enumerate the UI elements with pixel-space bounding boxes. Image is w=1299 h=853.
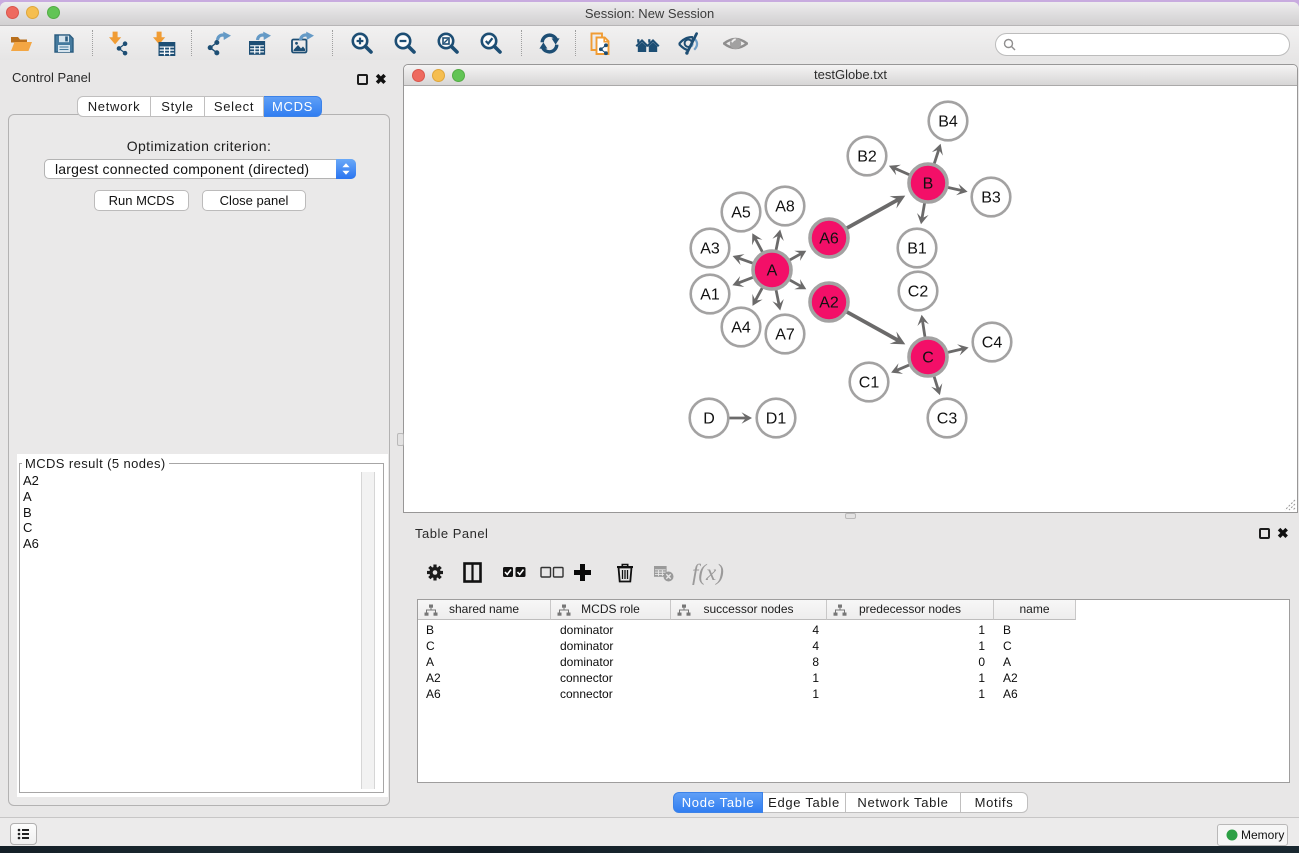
svg-text:D: D [703,411,715,428]
svg-text:B3: B3 [981,190,1001,207]
svg-text:B: B [923,176,934,193]
svg-text:A8: A8 [775,199,795,216]
svg-text:A3: A3 [700,241,720,258]
svg-text:A6: A6 [819,231,839,248]
svg-text:A4: A4 [731,320,751,337]
svg-text:D1: D1 [766,411,787,428]
svg-text:A5: A5 [731,205,751,222]
svg-text:C4: C4 [982,335,1003,352]
svg-text:B1: B1 [907,241,927,258]
svg-text:B4: B4 [938,114,958,131]
svg-text:B2: B2 [857,149,877,166]
svg-text:f(x): f(x) [692,560,724,585]
svg-text:A1: A1 [700,287,720,304]
svg-text:A: A [767,263,778,280]
svg-text:C3: C3 [937,411,958,428]
svg-text:C: C [922,350,934,367]
svg-text:C2: C2 [908,284,929,301]
svg-text:A7: A7 [775,327,795,344]
svg-text:A2: A2 [819,295,839,312]
svg-text:C1: C1 [859,375,880,392]
